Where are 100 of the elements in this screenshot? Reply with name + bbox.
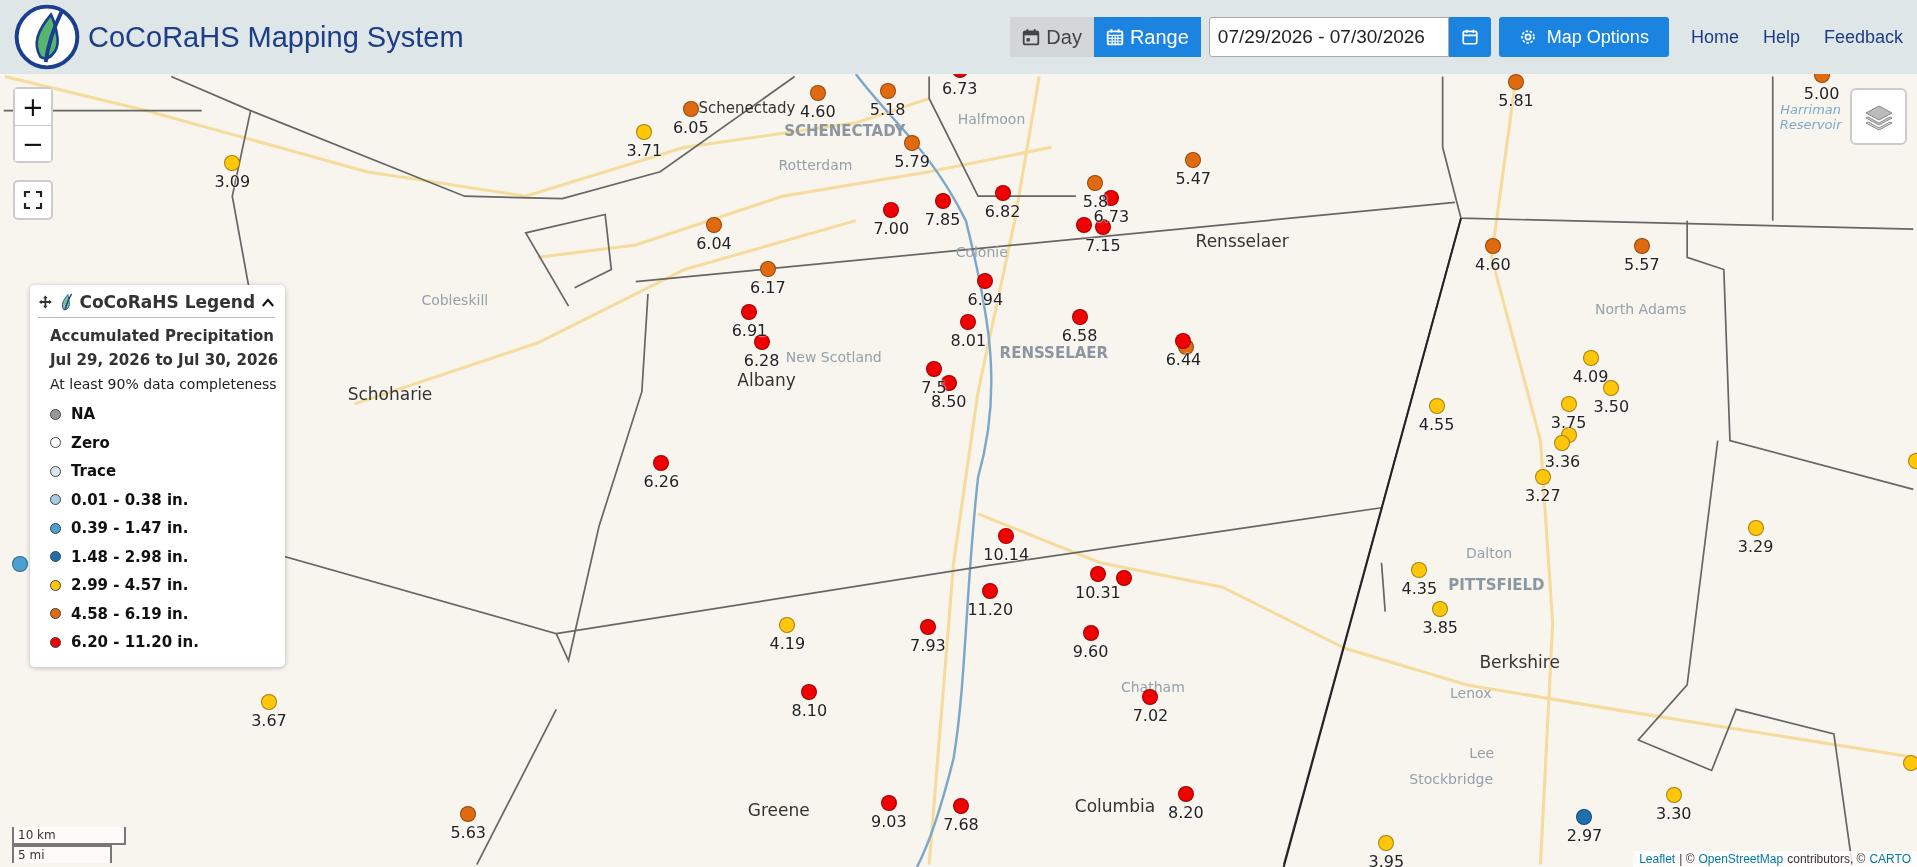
precipitation-value: 3.67	[251, 710, 287, 730]
fullscreen-button[interactable]	[13, 180, 53, 220]
station-marker[interactable]	[653, 455, 670, 472]
place-label: Berkshire	[1479, 651, 1560, 672]
station-marker[interactable]	[998, 527, 1015, 544]
precipitation-value: 3.30	[1655, 803, 1692, 823]
station-marker[interactable]	[960, 313, 977, 330]
station-marker[interactable]	[1508, 74, 1524, 90]
station-marker[interactable]	[809, 84, 826, 101]
place-label: Lenox	[1450, 685, 1492, 702]
station-marker[interactable]	[1902, 755, 1917, 772]
layers-button[interactable]	[1850, 88, 1907, 145]
place-label: New Scotland	[785, 349, 882, 366]
place-label: Cobleskill	[421, 291, 489, 308]
station-marker[interactable]	[994, 185, 1011, 202]
place-label: Columbia	[1074, 795, 1156, 816]
station-marker[interactable]	[801, 684, 818, 701]
legend-label: 0.39 - 1.47 in.	[71, 519, 189, 538]
station-marker[interactable]	[1665, 786, 1682, 803]
station-marker[interactable]	[977, 273, 994, 290]
precipitation-value: 7.68	[943, 814, 979, 834]
precipitation-value: 3.75	[1550, 412, 1587, 432]
station-marker[interactable]	[706, 217, 722, 233]
precipitation-value: 4.55	[1418, 415, 1455, 434]
station-marker[interactable]	[1076, 217, 1093, 233]
station-marker[interactable]	[1082, 625, 1099, 642]
precipitation-value: 3.85	[1422, 618, 1458, 637]
attribution-link[interactable]: OpenStreetMap	[1698, 852, 1784, 866]
legend-note: At least 90% data completeness	[50, 375, 275, 394]
station-marker[interactable]	[926, 361, 943, 378]
station-marker[interactable]	[1175, 333, 1192, 350]
station-marker[interactable]	[1582, 350, 1599, 367]
legend-label: 1.48 - 2.98 in.	[71, 547, 189, 566]
gear-icon	[1518, 28, 1537, 46]
station-marker[interactable]	[1378, 834, 1395, 851]
nav-link[interactable]: Help	[1760, 22, 1802, 52]
station-marker[interactable]	[952, 797, 969, 814]
legend-label: Zero	[71, 433, 110, 452]
place-label: Halfmoon	[957, 110, 1026, 127]
attribution-text: contributors, ©	[1787, 852, 1866, 866]
station-marker[interactable]	[1071, 308, 1088, 325]
station-marker[interactable]	[224, 154, 241, 171]
calendar-button[interactable]	[1448, 17, 1491, 57]
precipitation-value: 2.97	[1566, 825, 1603, 845]
nav-link[interactable]: Feedback	[1821, 22, 1905, 52]
move-icon[interactable]	[38, 293, 53, 311]
station-marker[interactable]	[779, 616, 796, 633]
precipitation-value: 4.19	[769, 633, 806, 653]
station-marker[interactable]	[1747, 520, 1764, 537]
station-marker[interactable]	[260, 693, 277, 710]
station-marker[interactable]	[934, 192, 951, 209]
view-tab[interactable]: Range	[1093, 17, 1201, 57]
station-marker[interactable]	[1554, 434, 1571, 451]
station-marker[interactable]	[1177, 785, 1194, 802]
app-title: CoCoRaHS Mapping System	[88, 20, 464, 54]
map-options-button[interactable]: Map Options	[1498, 17, 1669, 57]
station-marker[interactable]	[919, 619, 936, 636]
station-marker[interactable]	[883, 202, 900, 219]
precipitation-value: 5.47	[1175, 169, 1212, 189]
date-range-field[interactable]: 07/29/2026 - 07/30/2026	[1208, 17, 1449, 57]
station-marker[interactable]	[460, 806, 477, 823]
precipitation-value: 6.17	[749, 278, 786, 298]
station-marker[interactable]	[880, 795, 897, 812]
station-marker[interactable]	[1633, 237, 1650, 254]
station-marker[interactable]	[682, 100, 699, 117]
precipitation-value: 3.50	[1593, 396, 1630, 416]
station-marker[interactable]	[1087, 175, 1104, 192]
calendar-grid-icon	[1105, 28, 1124, 46]
calendar-icon	[1022, 28, 1041, 46]
precipitation-value: 8.10	[791, 701, 828, 721]
station-marker[interactable]	[1560, 395, 1577, 412]
station-marker[interactable]	[982, 582, 999, 599]
attribution-link[interactable]: CARTO	[1869, 852, 1911, 866]
view-tab[interactable]: Day	[1010, 17, 1094, 57]
station-marker[interactable]	[1432, 601, 1449, 617]
station-marker[interactable]	[1185, 152, 1202, 169]
station-marker[interactable]	[1484, 237, 1501, 254]
station-marker[interactable]	[1411, 561, 1428, 578]
precipitation-value: 6.73	[1093, 207, 1130, 227]
station-marker[interactable]	[636, 124, 653, 141]
station-marker[interactable]	[1115, 570, 1132, 587]
precipitation-value: 4.35	[1401, 578, 1438, 598]
zoom-out-button[interactable]: −	[15, 125, 51, 161]
station-marker[interactable]	[741, 303, 758, 320]
legend-heading: Accumulated Precipitation	[50, 326, 275, 347]
station-marker[interactable]	[904, 135, 921, 152]
legend-label: 0.01 - 0.38 in.	[71, 490, 189, 509]
station-marker[interactable]	[759, 261, 776, 278]
attribution-link[interactable]: Leaflet	[1639, 852, 1676, 866]
scale-bar: 10 km	[12, 827, 126, 845]
nav-link[interactable]: Home	[1688, 22, 1741, 52]
precipitation-value: 9.60	[1072, 642, 1109, 662]
station-marker[interactable]	[879, 82, 896, 99]
station-marker[interactable]	[1576, 808, 1593, 825]
precipitation-value: 3.95	[1368, 851, 1405, 867]
station-marker[interactable]	[753, 334, 770, 351]
station-marker[interactable]	[1534, 468, 1551, 485]
station-marker[interactable]	[1089, 565, 1106, 582]
station-marker[interactable]	[1428, 398, 1445, 414]
station-marker[interactable]	[11, 555, 28, 572]
